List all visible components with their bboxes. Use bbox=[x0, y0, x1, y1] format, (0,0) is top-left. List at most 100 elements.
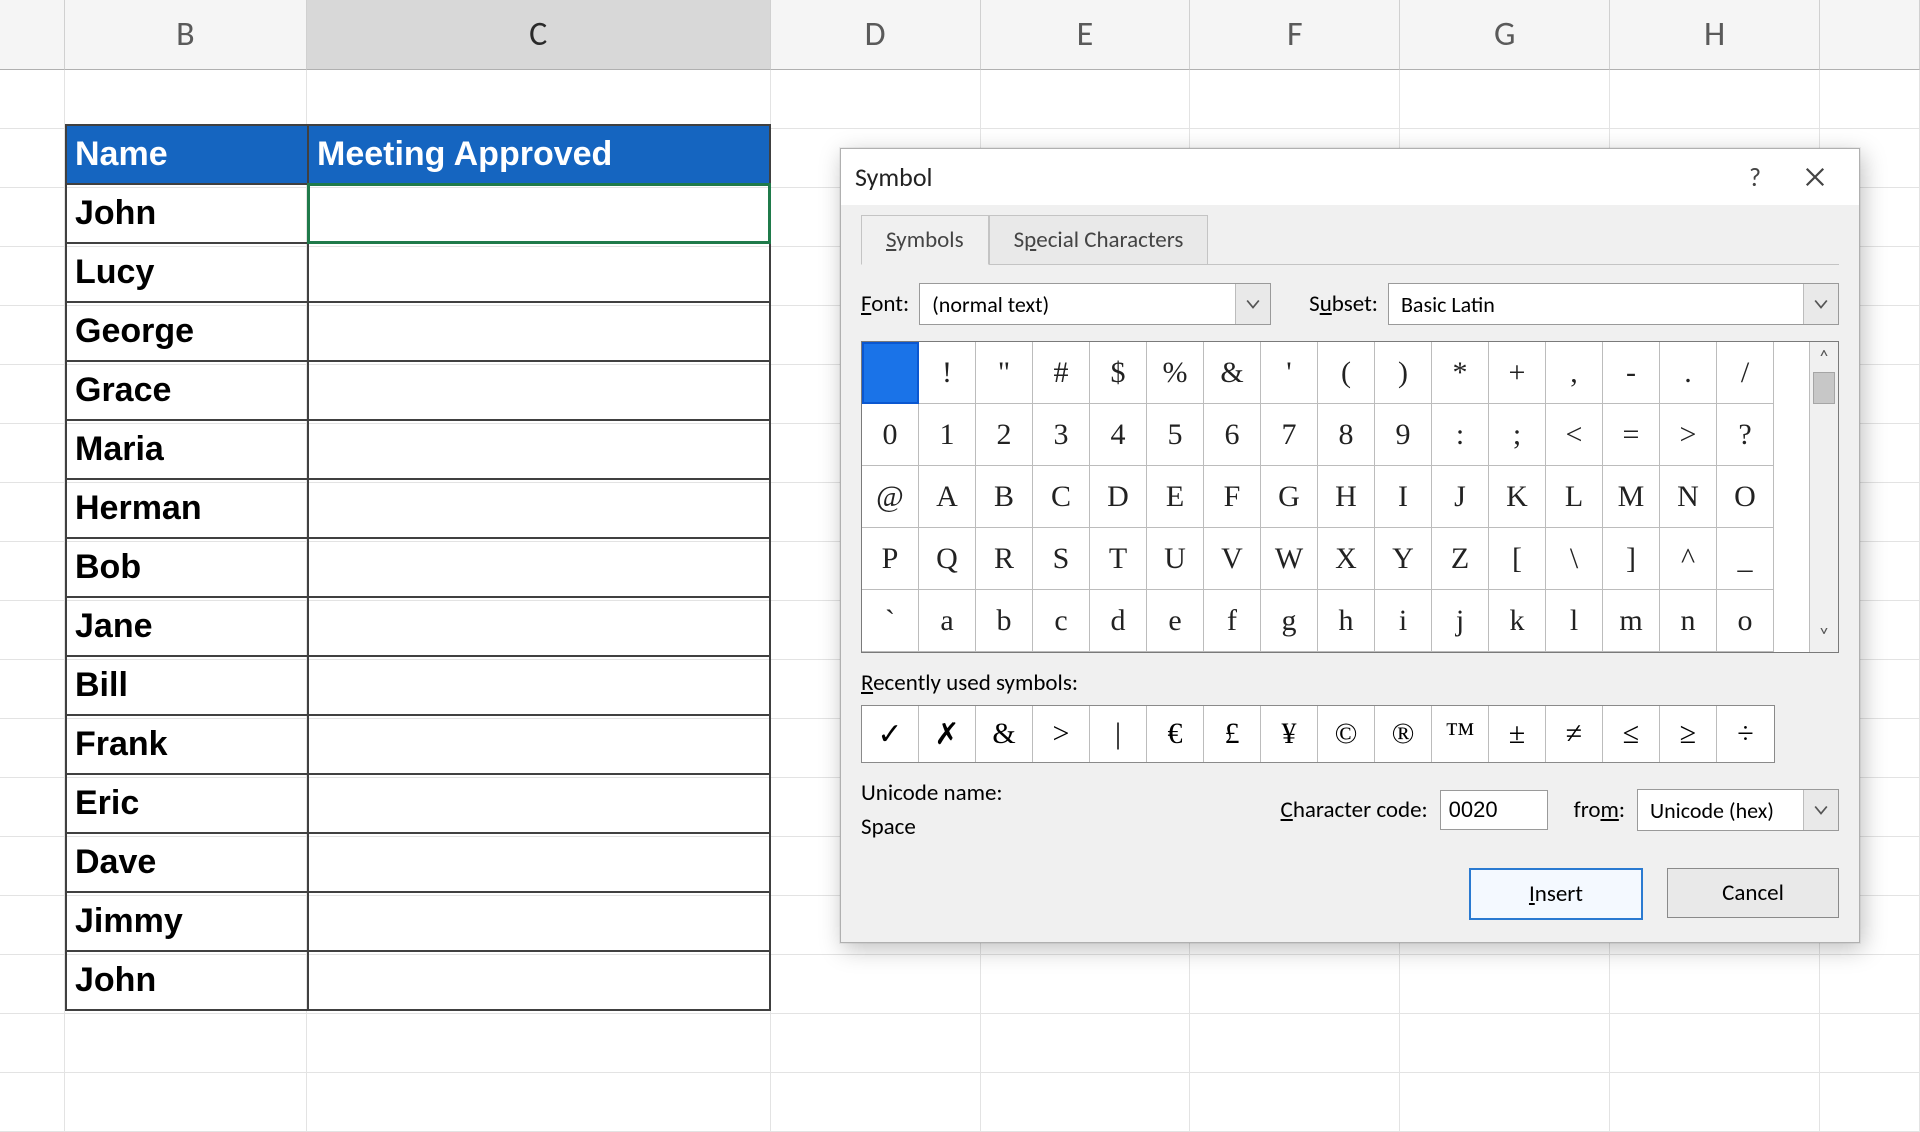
char-cell[interactable]: C bbox=[1033, 466, 1090, 528]
char-cell[interactable]: ^ bbox=[1660, 528, 1717, 590]
char-cell[interactable]: I bbox=[1375, 466, 1432, 528]
char-cell[interactable]: " bbox=[976, 342, 1033, 404]
char-cell[interactable]: $ bbox=[1090, 342, 1147, 404]
font-combo[interactable]: (normal text) bbox=[919, 283, 1271, 325]
char-cell[interactable]: < bbox=[1546, 404, 1603, 466]
scroll-down-icon[interactable]: ˅ bbox=[1819, 624, 1830, 648]
char-cell[interactable]: 9 bbox=[1375, 404, 1432, 466]
recent-symbol-cell[interactable]: | bbox=[1090, 706, 1147, 762]
char-cell[interactable]: W bbox=[1261, 528, 1318, 590]
recent-symbol-cell[interactable]: ≤ bbox=[1603, 706, 1660, 762]
char-cell[interactable]: V bbox=[1204, 528, 1261, 590]
char-cell[interactable]: ! bbox=[919, 342, 976, 404]
name-cell[interactable]: John bbox=[66, 184, 308, 243]
recent-symbol-cell[interactable]: ™ bbox=[1432, 706, 1489, 762]
insert-button[interactable]: Insert bbox=[1469, 868, 1643, 920]
char-cell[interactable]: a bbox=[919, 590, 976, 652]
char-cell[interactable]: & bbox=[1204, 342, 1261, 404]
recent-symbol-cell[interactable]: ≥ bbox=[1660, 706, 1717, 762]
name-cell[interactable]: Eric bbox=[66, 774, 308, 833]
dialog-titlebar[interactable]: Symbol ? bbox=[841, 149, 1859, 205]
char-cell[interactable]: Q bbox=[919, 528, 976, 590]
char-cell[interactable]: 4 bbox=[1090, 404, 1147, 466]
name-cell[interactable]: George bbox=[66, 302, 308, 361]
column-header-I-partial[interactable] bbox=[1820, 0, 1920, 70]
char-cell[interactable]: ' bbox=[1261, 342, 1318, 404]
name-cell[interactable]: Lucy bbox=[66, 243, 308, 302]
subset-combo[interactable]: Basic Latin bbox=[1388, 283, 1839, 325]
char-cell[interactable]: k bbox=[1489, 590, 1546, 652]
cancel-button[interactable]: Cancel bbox=[1667, 868, 1839, 918]
char-cell[interactable]: + bbox=[1489, 342, 1546, 404]
column-header-H[interactable]: H bbox=[1610, 0, 1820, 70]
column-header-F[interactable]: F bbox=[1190, 0, 1400, 70]
char-cell[interactable]: 2 bbox=[976, 404, 1033, 466]
char-cell[interactable]: / bbox=[1717, 342, 1774, 404]
char-cell[interactable]: j bbox=[1432, 590, 1489, 652]
name-cell[interactable]: Frank bbox=[66, 715, 308, 774]
approved-cell[interactable] bbox=[308, 184, 770, 243]
name-cell[interactable]: Jimmy bbox=[66, 892, 308, 951]
tab-symbols[interactable]: Symbols bbox=[861, 215, 989, 265]
char-cell[interactable]: e bbox=[1147, 590, 1204, 652]
char-grid-scrollbar[interactable]: ˄ ˅ bbox=[1809, 342, 1838, 652]
name-cell[interactable]: Bob bbox=[66, 538, 308, 597]
char-cell[interactable]: E bbox=[1147, 466, 1204, 528]
recent-symbol-cell[interactable]: ¥ bbox=[1261, 706, 1318, 762]
approved-cell[interactable] bbox=[308, 833, 770, 892]
char-cell[interactable]: S bbox=[1033, 528, 1090, 590]
char-cell[interactable]: 7 bbox=[1261, 404, 1318, 466]
approved-cell[interactable] bbox=[308, 361, 770, 420]
char-cell[interactable]: G bbox=[1261, 466, 1318, 528]
char-cell[interactable]: K bbox=[1489, 466, 1546, 528]
char-cell[interactable]: ? bbox=[1717, 404, 1774, 466]
char-cell[interactable]: 5 bbox=[1147, 404, 1204, 466]
char-cell[interactable]: 8 bbox=[1318, 404, 1375, 466]
recent-symbol-cell[interactable]: > bbox=[1033, 706, 1090, 762]
subset-combo-button[interactable] bbox=[1803, 284, 1838, 324]
recent-symbol-cell[interactable]: ® bbox=[1375, 706, 1432, 762]
char-cell[interactable]: A bbox=[919, 466, 976, 528]
char-cell[interactable]: ) bbox=[1375, 342, 1432, 404]
char-cell[interactable]: O bbox=[1717, 466, 1774, 528]
approved-cell[interactable] bbox=[308, 302, 770, 361]
char-cell[interactable]: c bbox=[1033, 590, 1090, 652]
char-cell[interactable]: l bbox=[1546, 590, 1603, 652]
char-cell[interactable]: m bbox=[1603, 590, 1660, 652]
char-cell[interactable]: L bbox=[1546, 466, 1603, 528]
char-cell[interactable]: 3 bbox=[1033, 404, 1090, 466]
name-cell[interactable]: Dave bbox=[66, 833, 308, 892]
char-cell[interactable]: . bbox=[1660, 342, 1717, 404]
char-cell[interactable]: D bbox=[1090, 466, 1147, 528]
recent-symbol-cell[interactable]: © bbox=[1318, 706, 1375, 762]
char-cell[interactable]: H bbox=[1318, 466, 1375, 528]
recent-symbol-cell[interactable]: & bbox=[976, 706, 1033, 762]
column-header-stub[interactable] bbox=[0, 0, 65, 70]
recent-symbol-cell[interactable]: ✗ bbox=[919, 706, 976, 762]
char-cell[interactable]: @ bbox=[862, 466, 919, 528]
char-cell[interactable]: ] bbox=[1603, 528, 1660, 590]
char-cell[interactable]: ; bbox=[1489, 404, 1546, 466]
column-header-D[interactable]: D bbox=[771, 0, 981, 70]
column-header-G[interactable]: G bbox=[1400, 0, 1610, 70]
char-cell[interactable]: b bbox=[976, 590, 1033, 652]
char-cell[interactable]: % bbox=[1147, 342, 1204, 404]
approved-cell[interactable] bbox=[308, 479, 770, 538]
char-cell[interactable]: N bbox=[1660, 466, 1717, 528]
char-cell[interactable]: 1 bbox=[919, 404, 976, 466]
approved-cell[interactable] bbox=[308, 656, 770, 715]
char-cell[interactable]: _ bbox=[1717, 528, 1774, 590]
approved-cell[interactable] bbox=[308, 892, 770, 951]
name-cell[interactable]: Jane bbox=[66, 597, 308, 656]
help-button[interactable]: ? bbox=[1725, 153, 1785, 201]
char-cell[interactable]: o bbox=[1717, 590, 1774, 652]
char-cell[interactable]: d bbox=[1090, 590, 1147, 652]
char-cell[interactable]: 6 bbox=[1204, 404, 1261, 466]
char-cell[interactable]: B bbox=[976, 466, 1033, 528]
recent-symbol-cell[interactable]: ± bbox=[1489, 706, 1546, 762]
char-cell[interactable]: 0 bbox=[862, 404, 919, 466]
char-cell[interactable]: ` bbox=[862, 590, 919, 652]
from-combo-button[interactable] bbox=[1803, 790, 1838, 830]
recent-symbol-cell[interactable]: ≠ bbox=[1546, 706, 1603, 762]
close-button[interactable] bbox=[1785, 153, 1845, 201]
